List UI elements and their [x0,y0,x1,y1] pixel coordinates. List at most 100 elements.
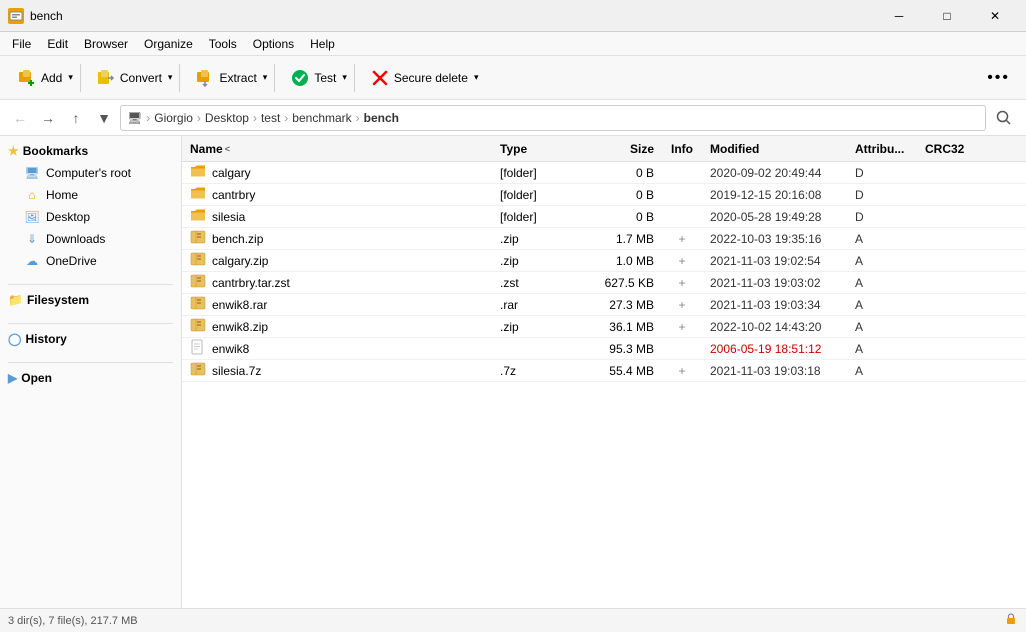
file-attribu-cell: A [847,232,917,246]
sidebar-item-home[interactable]: ⌂ Home [0,184,181,206]
menu-edit[interactable]: Edit [39,32,76,56]
nav-up-button[interactable]: ↑ [64,106,88,130]
file-size-cell: 0 B [572,210,662,224]
menu-help[interactable]: Help [302,32,343,56]
table-row[interactable]: enwik8.zip .zip 36.1 MB + 2022-10-02 14:… [182,316,1026,338]
file-modified-cell: 2020-05-28 19:49:28 [702,210,847,224]
file-size-cell: 27.3 MB [572,298,662,312]
convert-dropdown-arrow: ▾ [168,72,173,83]
file-size-cell: 0 B [572,166,662,180]
convert-button[interactable]: Convert ▾ [87,62,174,94]
table-row[interactable]: silesia [folder] 0 B 2020-05-28 19:49:28… [182,206,1026,228]
file-icon [190,251,206,270]
file-modified-cell: 2022-10-03 19:35:16 [702,232,847,246]
open-header[interactable]: ▶ Open [0,367,181,389]
secure-delete-label: Secure delete [394,71,468,85]
computers-root-label: Computer's root [46,166,131,180]
file-info-cell: + [662,320,702,334]
test-button[interactable]: Test ▾ [281,62,348,94]
statusbar-text: 3 dir(s), 7 file(s), 217.7 MB [8,615,138,627]
sidebar-item-desktop[interactable]: 🖼 Desktop [0,206,181,228]
file-modified-cell: 2020-09-02 20:49:44 [702,166,847,180]
file-name-cell: calgary [182,163,492,182]
sidebar-section-history: ◯ History [0,328,181,350]
close-button[interactable]: ✕ [972,0,1018,32]
main-area: ★ Bookmarks 🖥 Computer's root ⌂ Home 🖼 D… [0,136,1026,608]
col-header-modified[interactable]: Modified [702,142,847,156]
menu-tools[interactable]: Tools [201,32,245,56]
file-attribu-cell: A [847,298,917,312]
table-row[interactable]: bench.zip .zip 1.7 MB + 2022-10-03 19:35… [182,228,1026,250]
file-name-cell: calgary.zip [182,251,492,270]
history-header[interactable]: ◯ History [0,328,181,350]
menubar: File Edit Browser Organize Tools Options… [0,32,1026,56]
menu-organize[interactable]: Organize [136,32,201,56]
toolbar: Add ▾ Convert ▾ Extract ▾ [0,56,1026,100]
file-size-cell: 95.3 MB [572,342,662,356]
table-row[interactable]: cantrbry.tar.zst .zst 627.5 KB + 2021-11… [182,272,1026,294]
statusbar: 3 dir(s), 7 file(s), 217.7 MB [0,608,1026,632]
computer-icon: 🖥 [24,165,40,181]
sidebar-item-onedrive[interactable]: ☁ OneDrive [0,250,181,272]
add-label: Add [41,71,62,85]
file-type-cell: .7z [492,364,572,378]
breadcrumb-benchmark[interactable]: benchmark [292,111,351,125]
col-header-type[interactable]: Type [492,142,572,156]
file-type-cell: .zst [492,276,572,290]
table-row[interactable]: enwik8.rar .rar 27.3 MB + 2021-11-03 19:… [182,294,1026,316]
col-header-info[interactable]: Info [662,142,702,156]
file-type-cell: [folder] [492,210,572,224]
col-header-crc32[interactable]: CRC32 [917,142,977,156]
table-row[interactable]: cantrbry [folder] 0 B 2019-12-15 20:16:0… [182,184,1026,206]
file-icon [190,317,206,336]
breadcrumb-bench[interactable]: bench [364,111,399,125]
sidebar-item-downloads[interactable]: ⇓ Downloads [0,228,181,250]
file-info-cell: + [662,298,702,312]
breadcrumb-desktop[interactable]: Desktop [205,111,249,125]
sidebar-item-computers-root[interactable]: 🖥 Computer's root [0,162,181,184]
bookmarks-header[interactable]: ★ Bookmarks [0,140,181,162]
file-type-cell: .zip [492,254,572,268]
window-controls: ─ □ ✕ [876,0,1018,32]
file-modified-cell: 2021-11-03 19:03:18 [702,364,847,378]
add-button[interactable]: Add ▾ [8,62,74,94]
file-info-cell: + [662,232,702,246]
nav-dropdown-button[interactable]: ▼ [92,106,116,130]
table-row[interactable]: calgary [folder] 0 B 2020-09-02 20:49:44… [182,162,1026,184]
file-attribu-cell: D [847,210,917,224]
nav-back-button[interactable]: ← [8,106,32,130]
toolbar-more-button[interactable]: ••• [979,65,1018,91]
menu-options[interactable]: Options [245,32,302,56]
sidebar: ★ Bookmarks 🖥 Computer's root ⌂ Home 🖼 D… [0,136,182,608]
file-attribu-cell: A [847,276,917,290]
desktop-label: Desktop [46,210,90,224]
file-type-cell: .rar [492,298,572,312]
addressbar: ← → ↑ ▼ 🖥 › Giorgio › Desktop › test › b… [0,100,1026,136]
breadcrumb-giorgio[interactable]: Giorgio [154,111,193,125]
history-icon: ◯ [8,332,21,346]
file-type-cell: .zip [492,232,572,246]
file-attribu-cell: A [847,342,917,356]
table-row[interactable]: enwik8 95.3 MB 2006-05-19 18:51:12 A [182,338,1026,360]
secure-delete-icon [370,68,390,88]
file-modified-cell: 2022-10-02 14:43:20 [702,320,847,334]
minimize-button[interactable]: ─ [876,0,922,32]
col-header-size[interactable]: Size [572,142,662,156]
table-row[interactable]: calgary.zip .zip 1.0 MB + 2021-11-03 19:… [182,250,1026,272]
secure-delete-button[interactable]: Secure delete ▾ [361,62,480,94]
filesystem-label: Filesystem [27,293,89,307]
search-icon [996,110,1012,126]
col-header-name[interactable]: Name < [182,142,492,156]
extract-button[interactable]: Extract ▾ [186,62,268,94]
menu-file[interactable]: File [4,32,39,56]
table-row[interactable]: silesia.7z .7z 55.4 MB + 2021-11-03 19:0… [182,360,1026,382]
breadcrumb-test[interactable]: test [261,111,280,125]
nav-forward-button[interactable]: → [36,106,60,130]
file-size-cell: 0 B [572,188,662,202]
menu-browser[interactable]: Browser [76,32,136,56]
search-button[interactable] [990,104,1018,132]
maximize-button[interactable]: □ [924,0,970,32]
file-icon [190,163,206,182]
col-header-attribu[interactable]: Attribu... [847,142,917,156]
filesystem-header[interactable]: 📁 Filesystem [0,289,181,311]
